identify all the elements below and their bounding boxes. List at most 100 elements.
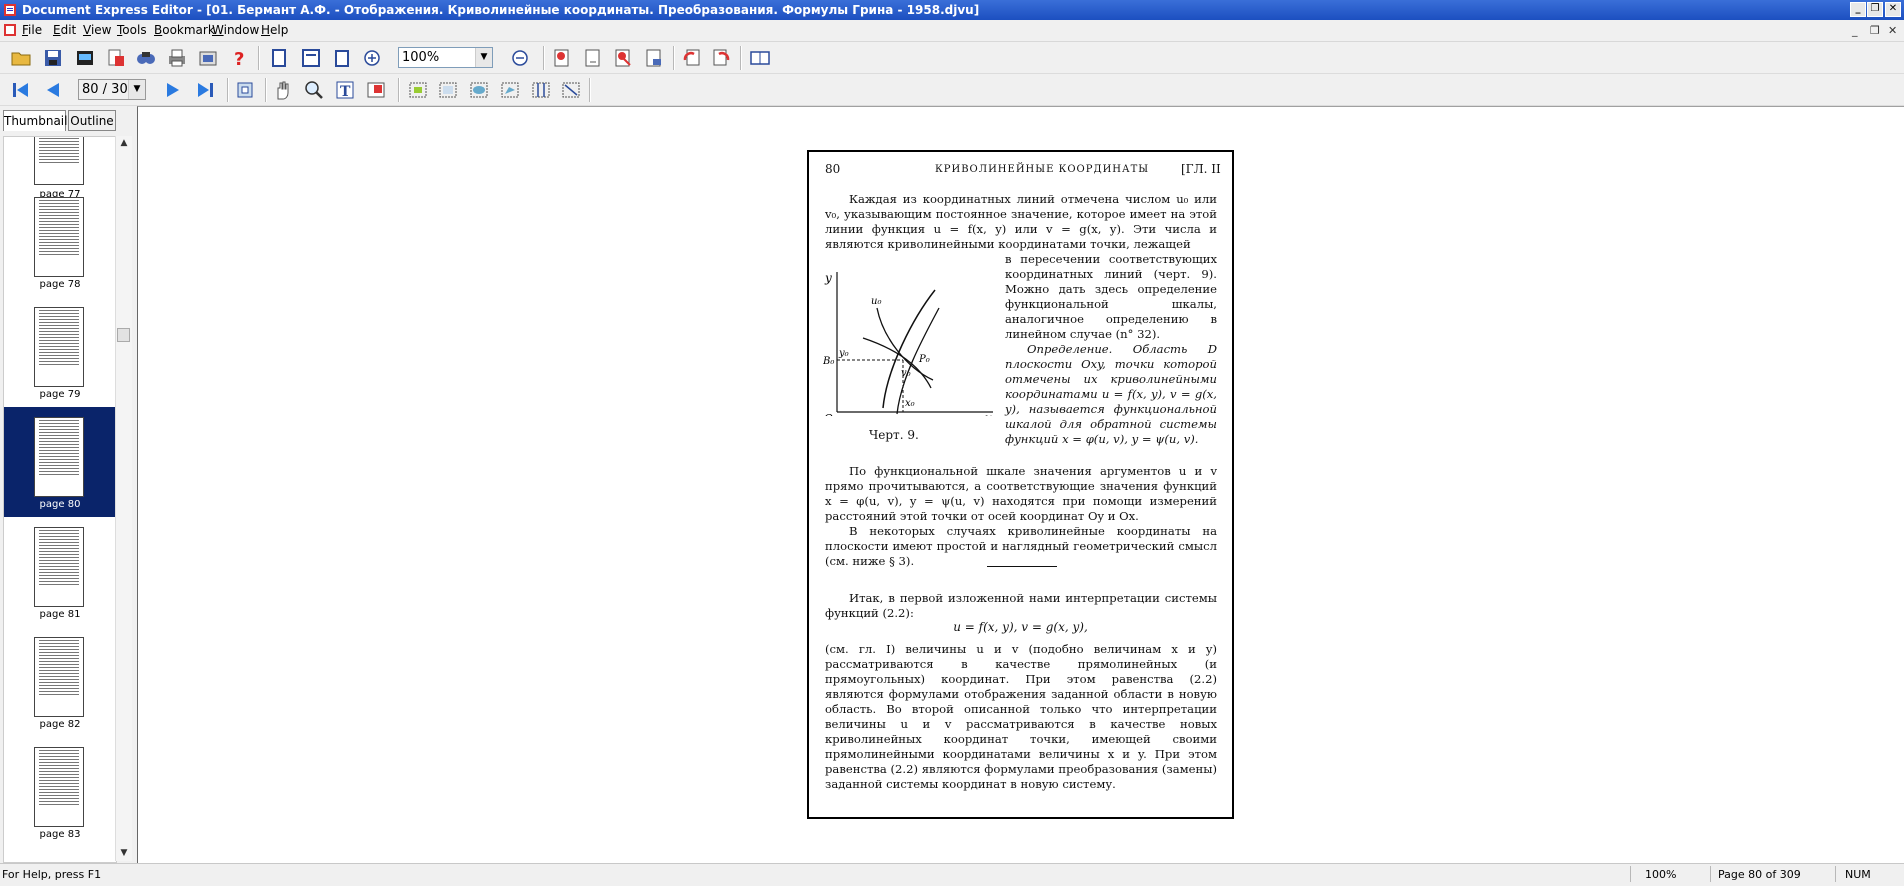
next-page-icon[interactable] [162, 79, 184, 101]
menu-help[interactable]: Help [261, 23, 288, 37]
hand-tool-icon[interactable] [272, 79, 294, 101]
zoom-value: 100% [402, 50, 440, 65]
two-page-view-icon[interactable] [749, 47, 771, 69]
definition-paragraph: Определение. Область D плоскости Oxy, то… [1005, 342, 1217, 446]
main-toolbar: ? 100% ▼ [0, 42, 1904, 74]
thumbnail-label: page 79 [39, 389, 81, 400]
thumbnail-scrollbar[interactable]: ▲ ▼ [115, 136, 132, 861]
select-area-icon[interactable] [234, 79, 256, 101]
figure-label-p0: P₀ [918, 354, 930, 365]
chevron-down-icon[interactable]: ▼ [475, 48, 492, 67]
chevron-down-icon[interactable]: ▼ [128, 80, 145, 99]
line-zone-icon[interactable] [560, 79, 582, 101]
thumbnail-label: page 83 [39, 829, 81, 840]
menu-bar: File Edit View Tools Bookmark Window Hel… [0, 20, 1904, 42]
fit-width-icon[interactable] [300, 47, 322, 69]
figure-label-v0: v₀ [901, 368, 911, 379]
thumbnail-label: page 81 [39, 609, 81, 620]
page-number: 80 [825, 162, 841, 176]
first-page-icon[interactable] [10, 79, 32, 101]
tab-thumbnail[interactable]: Thumbnail [3, 110, 67, 131]
paragraph-2: По функциональной шкале значения аргумен… [825, 464, 1217, 523]
minimize-button[interactable]: _ [1850, 2, 1866, 17]
menu-view[interactable]: View [83, 23, 111, 37]
scan-icon[interactable] [74, 47, 96, 69]
menu-bookmark[interactable]: Bookmark [154, 23, 215, 37]
thumbnail-page-77[interactable]: page 77 [4, 137, 116, 200]
thumbnail-image [34, 417, 84, 497]
rotate-page-icon[interactable] [551, 47, 573, 69]
window-title: Document Express Editor - [01. Бермант А… [22, 3, 980, 17]
previous-page-icon[interactable] [42, 79, 64, 101]
thumbnail-image [34, 307, 84, 387]
zoom-out-icon[interactable] [509, 47, 531, 69]
actual-size-icon[interactable] [331, 47, 353, 69]
thumbnail-page-81[interactable]: page 81 [4, 527, 116, 637]
image-tool-icon[interactable] [365, 79, 387, 101]
zoom-tool-icon[interactable] [303, 79, 325, 101]
ellipse-zone-icon[interactable] [468, 79, 490, 101]
left-panel: Thumbnail Outline page 77 page 78 page 7… [0, 106, 138, 863]
select-zone-icon[interactable] [437, 79, 459, 101]
single-page-icon[interactable] [268, 47, 290, 69]
help-icon[interactable]: ? [228, 47, 250, 70]
menu-window[interactable]: Window [212, 23, 259, 37]
save-icon[interactable] [42, 47, 64, 69]
scroll-down-icon[interactable]: ▼ [116, 846, 132, 860]
print-icon[interactable] [166, 47, 188, 69]
column-zone-icon[interactable] [530, 79, 552, 101]
thumbnail-list: page 77 page 78 page 79 page 80 page 81 … [3, 136, 117, 863]
thumbnail-page-79[interactable]: page 79 [4, 307, 116, 417]
extract-page-icon[interactable] [643, 47, 665, 69]
select-text-zone-icon[interactable] [407, 79, 429, 101]
menu-file[interactable]: File [22, 23, 42, 37]
zoom-in-icon[interactable] [361, 47, 383, 69]
mdi-restore-button[interactable]: ❐ [1870, 24, 1880, 37]
page-selector[interactable]: 80 / 30 ▼ [78, 79, 146, 100]
insert-page-icon[interactable] [582, 47, 604, 69]
polygon-zone-icon[interactable] [499, 79, 521, 101]
menu-edit[interactable]: Edit [53, 23, 76, 37]
title-bar: Document Express Editor - [01. Бермант А… [0, 0, 1904, 20]
scroll-up-icon[interactable]: ▲ [116, 136, 132, 150]
figure-label-origin: O [824, 412, 833, 416]
section-divider [987, 566, 1057, 567]
status-num-lock: NUM [1845, 868, 1871, 881]
mdi-close-button[interactable]: ✕ [1888, 24, 1897, 37]
thumbnail-label: page 82 [39, 719, 81, 730]
restore-button[interactable]: ❐ [1867, 2, 1883, 17]
figure-label-y0: y₀ [838, 348, 849, 359]
print-preview-icon[interactable] [197, 47, 219, 69]
status-bar: For Help, press F1 100% Page 80 of 309 N… [0, 863, 1904, 886]
figure-label-y: y [824, 271, 832, 285]
zoom-combo[interactable]: 100% ▼ [398, 47, 493, 68]
redo-icon[interactable] [710, 47, 732, 69]
thumbnail-image [34, 137, 84, 185]
thumbnail-page-78[interactable]: page 78 [4, 197, 116, 307]
figure-label-x: x [985, 411, 992, 416]
open-icon[interactable] [10, 47, 32, 69]
figure-label-u0: u₀ [871, 296, 881, 307]
thumbnail-page-83[interactable]: page 83 [4, 747, 116, 857]
last-page-icon[interactable] [194, 79, 216, 101]
text-tool-icon[interactable]: T [334, 79, 356, 101]
close-button[interactable]: ✕ [1885, 2, 1901, 17]
mdi-minimize-button[interactable]: _ [1852, 24, 1858, 37]
undo-icon[interactable] [681, 47, 703, 69]
thumbnail-page-80[interactable]: page 80 [4, 407, 116, 517]
status-page: Page 80 of 309 [1718, 868, 1801, 881]
delete-page-icon[interactable] [612, 47, 634, 69]
paragraph-4: Итак, в первой изложенной нами интерпрет… [825, 591, 1217, 620]
menu-tools[interactable]: Tools [117, 23, 147, 37]
scroll-thumb[interactable] [117, 328, 130, 342]
status-help-text: For Help, press F1 [2, 868, 102, 881]
thumbnail-page-82[interactable]: page 82 [4, 637, 116, 747]
figure-label-b0: B₀ [823, 356, 834, 367]
doc-icon[interactable] [3, 23, 17, 37]
paragraph-5: (см. гл. I) величины u и v (подобно вели… [825, 642, 1217, 791]
chapter-marker: [ГЛ. II [1181, 162, 1221, 176]
properties-icon[interactable] [105, 47, 127, 69]
find-icon[interactable] [135, 47, 157, 69]
paragraph-3: В некоторых случаях криволинейные коорди… [825, 524, 1217, 568]
tab-outline[interactable]: Outline [68, 110, 116, 131]
